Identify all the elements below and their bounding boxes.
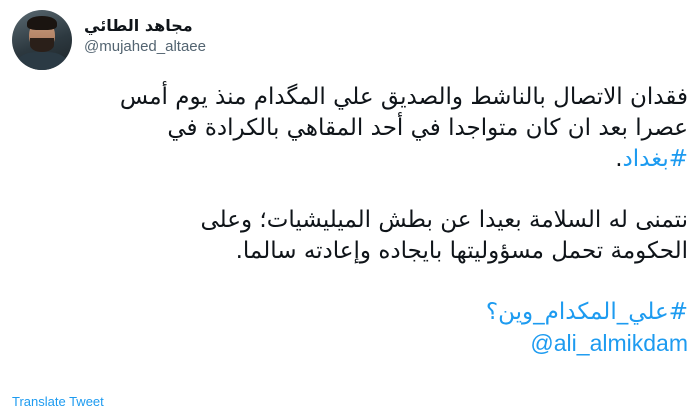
avatar-hair-shape <box>27 16 57 30</box>
hashtag-suffix: ؟ <box>485 299 499 325</box>
translate-tweet-link[interactable]: Translate Tweet <box>12 394 104 410</box>
tweet-text: فقدان الاتصال بالناشط والصديق علي المگدا… <box>12 82 688 360</box>
avatar[interactable] <box>12 10 72 70</box>
tweet-paragraph-3: #علي_المكدام_وين؟ @ali_almikdam <box>12 297 688 360</box>
hashtag-link-ali-almikdam[interactable]: #علي_المكدام_وين؟ <box>486 299 688 325</box>
hashtag-link-baghdad[interactable]: #بغداد <box>623 146 688 172</box>
tweet-paragraph-1: فقدان الاتصال بالناشط والصديق علي المگدا… <box>12 82 688 175</box>
author-display-name[interactable]: مجاهد الطائي <box>84 16 206 36</box>
tweet-line: الحكومة تحمل مسؤوليتها بايجاده وإعادته س… <box>235 238 688 264</box>
author-handle[interactable]: @mujahed_altaee <box>84 36 206 58</box>
avatar-beard-shape <box>30 38 54 52</box>
avatar-body-shape <box>16 52 68 70</box>
tweet-line: عصرا بعد ان كان متواجدا في أحد المقاهي ب… <box>167 115 688 141</box>
tweet-header: مجاهد الطائي @mujahed_altaee <box>12 10 688 70</box>
tweet-line: فقدان الاتصال بالناشط والصديق علي المگدا… <box>119 84 688 110</box>
hashtag-text: #علي_المكدام_وين <box>498 299 688 325</box>
author-names: مجاهد الطائي @mujahed_altaee <box>84 16 206 58</box>
mention-link[interactable]: @ali_almikdam <box>530 330 688 356</box>
tweet-line-end: . <box>615 146 623 172</box>
tweet-line: نتمنى له السلامة بعيدا عن بطش الميليشيات… <box>200 207 688 233</box>
tweet-card: مجاهد الطائي @mujahed_altaee فقدان الاتص… <box>0 0 700 414</box>
tweet-paragraph-2: نتمنى له السلامة بعيدا عن بطش الميليشيات… <box>12 205 688 267</box>
